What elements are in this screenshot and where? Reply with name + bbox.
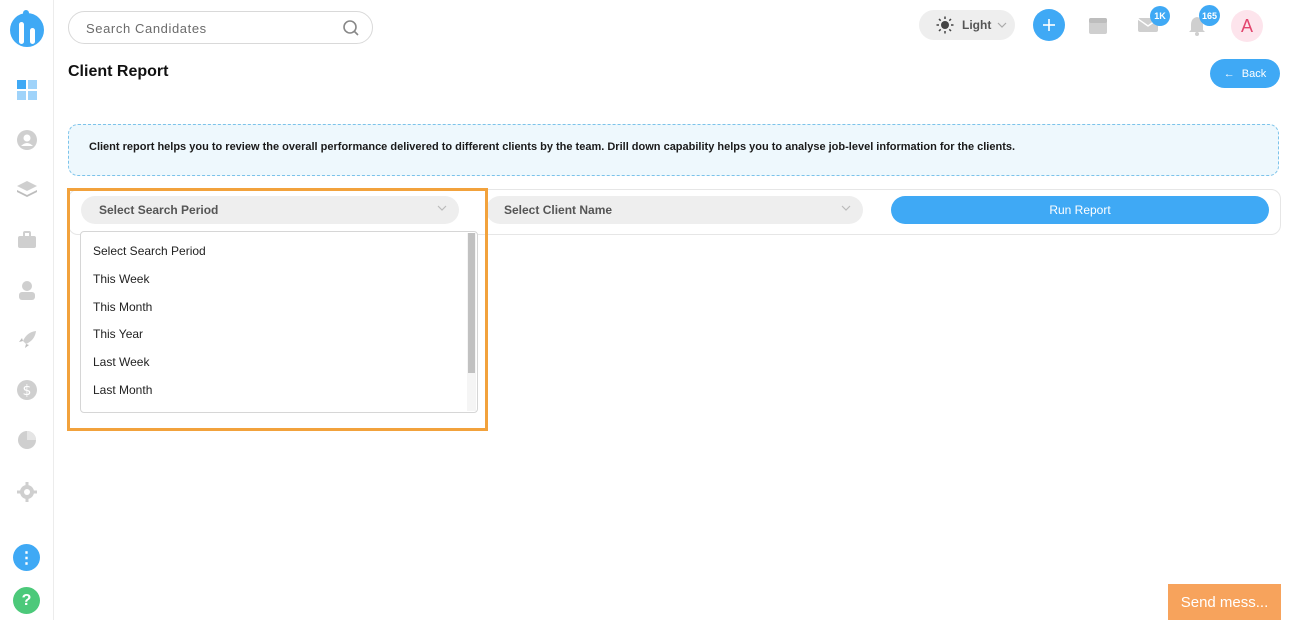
- dropdown-scrollbar[interactable]: [467, 233, 476, 411]
- filter-bar: Select Search Period Select Client Name …: [68, 189, 1281, 235]
- notification-badge: 165: [1199, 5, 1220, 26]
- run-report-button[interactable]: Run Report: [891, 196, 1269, 224]
- dropdown-option[interactable]: Last Week: [93, 355, 149, 369]
- search-input[interactable]: [86, 19, 336, 37]
- svg-text:$: $: [23, 383, 32, 399]
- add-button[interactable]: [1033, 9, 1065, 41]
- dollar-icon[interactable]: $: [15, 378, 39, 402]
- help-icon: ?: [21, 591, 32, 609]
- rocket-icon[interactable]: [15, 328, 39, 352]
- avatar[interactable]: A: [1231, 10, 1263, 42]
- user-profile-icon[interactable]: [15, 128, 39, 152]
- send-message-button[interactable]: Send mess...: [1168, 584, 1281, 620]
- info-text: Client report helps you to review the ov…: [89, 141, 1016, 153]
- theme-toggle[interactable]: Light: [919, 10, 1015, 40]
- dropdown-option[interactable]: Select Search Period: [93, 244, 206, 258]
- dashboard-icon[interactable]: [15, 78, 39, 102]
- app-logo[interactable]: [9, 8, 45, 48]
- candidate-icon[interactable]: [15, 278, 39, 302]
- settings-gear-icon[interactable]: [15, 480, 39, 504]
- sun-icon: [936, 16, 954, 34]
- dropdown-option[interactable]: This Week: [93, 272, 149, 286]
- more-options-button[interactable]: ⋮: [13, 544, 40, 571]
- theme-label: Light: [962, 18, 992, 32]
- calendar-icon[interactable]: [1087, 14, 1109, 36]
- help-button[interactable]: ?: [13, 587, 40, 614]
- pie-chart-icon[interactable]: [15, 428, 39, 452]
- dropdown-option[interactable]: This Month: [93, 300, 152, 314]
- search-period-dropdown: Select Search Period This Week This Mont…: [80, 231, 478, 413]
- sidebar: $ ⋮ ?: [0, 0, 54, 620]
- more-options-icon: ⋮: [18, 549, 35, 567]
- back-label: Back: [1241, 67, 1267, 80]
- scrollbar-thumb[interactable]: [468, 233, 475, 373]
- chevron-down-icon: [841, 205, 851, 211]
- arrow-left-icon: ←: [1223, 67, 1235, 80]
- client-name-select[interactable]: Select Client Name: [486, 196, 863, 224]
- dropdown-option[interactable]: This Year: [93, 327, 143, 341]
- mail-badge: 1K: [1150, 6, 1170, 26]
- search-period-select[interactable]: Select Search Period: [81, 196, 459, 224]
- layers-icon[interactable]: [15, 178, 39, 202]
- chevron-down-icon: [437, 205, 447, 211]
- info-banner: Client report helps you to review the ov…: [68, 124, 1279, 176]
- page-title: Client Report: [68, 63, 169, 80]
- back-button[interactable]: ← Back: [1210, 59, 1280, 88]
- chevron-down-icon: [997, 22, 1007, 28]
- search-bar: [68, 11, 373, 44]
- search-icon[interactable]: [342, 19, 360, 37]
- plus-icon: [1043, 19, 1055, 31]
- briefcase-icon[interactable]: [15, 228, 39, 252]
- client-name-value: Select Client Name: [504, 203, 613, 217]
- dropdown-option[interactable]: Last Month: [93, 383, 152, 397]
- search-period-value: Select Search Period: [99, 203, 219, 217]
